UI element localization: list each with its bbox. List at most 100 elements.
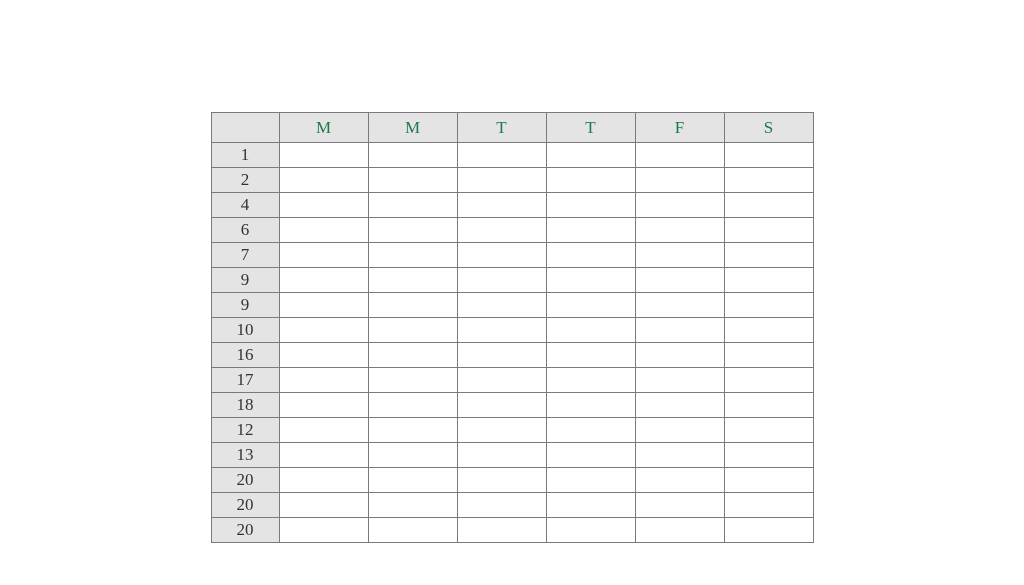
cell[interactable] bbox=[279, 368, 368, 393]
cell[interactable] bbox=[279, 343, 368, 368]
row-label: 10 bbox=[211, 318, 279, 343]
cell[interactable] bbox=[368, 318, 457, 343]
cell[interactable] bbox=[635, 268, 724, 293]
cell[interactable] bbox=[635, 293, 724, 318]
cell[interactable] bbox=[368, 293, 457, 318]
cell[interactable] bbox=[279, 168, 368, 193]
cell[interactable] bbox=[368, 368, 457, 393]
cell[interactable] bbox=[635, 218, 724, 243]
cell[interactable] bbox=[546, 468, 635, 493]
corner-cell bbox=[211, 113, 279, 143]
cell[interactable] bbox=[724, 493, 813, 518]
cell[interactable] bbox=[724, 468, 813, 493]
cell[interactable] bbox=[724, 168, 813, 193]
cell[interactable] bbox=[457, 393, 546, 418]
cell[interactable] bbox=[724, 268, 813, 293]
cell[interactable] bbox=[635, 193, 724, 218]
cell[interactable] bbox=[724, 143, 813, 168]
cell[interactable] bbox=[368, 493, 457, 518]
cell[interactable] bbox=[635, 243, 724, 268]
cell[interactable] bbox=[724, 218, 813, 243]
cell[interactable] bbox=[279, 218, 368, 243]
cell[interactable] bbox=[457, 143, 546, 168]
cell[interactable] bbox=[724, 243, 813, 268]
cell[interactable] bbox=[635, 368, 724, 393]
cell[interactable] bbox=[724, 318, 813, 343]
cell[interactable] bbox=[546, 343, 635, 368]
cell[interactable] bbox=[368, 468, 457, 493]
cell[interactable] bbox=[368, 168, 457, 193]
cell[interactable] bbox=[279, 468, 368, 493]
cell[interactable] bbox=[368, 443, 457, 468]
cell[interactable] bbox=[457, 218, 546, 243]
cell[interactable] bbox=[279, 143, 368, 168]
cell[interactable] bbox=[724, 418, 813, 443]
cell[interactable] bbox=[724, 293, 813, 318]
cell[interactable] bbox=[457, 343, 546, 368]
cell[interactable] bbox=[368, 418, 457, 443]
cell[interactable] bbox=[724, 393, 813, 418]
cell[interactable] bbox=[635, 518, 724, 543]
cell[interactable] bbox=[635, 418, 724, 443]
cell[interactable] bbox=[546, 368, 635, 393]
cell[interactable] bbox=[546, 518, 635, 543]
cell[interactable] bbox=[279, 518, 368, 543]
cell[interactable] bbox=[635, 443, 724, 468]
cell[interactable] bbox=[546, 193, 635, 218]
cell[interactable] bbox=[368, 268, 457, 293]
cell[interactable] bbox=[546, 243, 635, 268]
cell[interactable] bbox=[635, 318, 724, 343]
cell[interactable] bbox=[279, 268, 368, 293]
cell[interactable] bbox=[279, 418, 368, 443]
cell[interactable] bbox=[546, 393, 635, 418]
cell[interactable] bbox=[546, 418, 635, 443]
cell[interactable] bbox=[635, 393, 724, 418]
cell[interactable] bbox=[279, 393, 368, 418]
cell[interactable] bbox=[279, 243, 368, 268]
cell[interactable] bbox=[546, 293, 635, 318]
cell[interactable] bbox=[635, 143, 724, 168]
cell[interactable] bbox=[635, 493, 724, 518]
cell[interactable] bbox=[368, 143, 457, 168]
cell[interactable] bbox=[546, 168, 635, 193]
cell[interactable] bbox=[279, 493, 368, 518]
cell[interactable] bbox=[457, 493, 546, 518]
cell[interactable] bbox=[546, 318, 635, 343]
cell[interactable] bbox=[457, 293, 546, 318]
cell[interactable] bbox=[279, 193, 368, 218]
cell[interactable] bbox=[457, 518, 546, 543]
cell[interactable] bbox=[368, 193, 457, 218]
cell[interactable] bbox=[724, 368, 813, 393]
cell[interactable] bbox=[546, 493, 635, 518]
cell[interactable] bbox=[546, 143, 635, 168]
cell[interactable] bbox=[724, 443, 813, 468]
cell[interactable] bbox=[279, 443, 368, 468]
cell[interactable] bbox=[724, 193, 813, 218]
day-header: T bbox=[457, 113, 546, 143]
cell[interactable] bbox=[457, 468, 546, 493]
cell[interactable] bbox=[279, 293, 368, 318]
cell[interactable] bbox=[368, 343, 457, 368]
cell[interactable] bbox=[635, 343, 724, 368]
cell[interactable] bbox=[635, 468, 724, 493]
cell[interactable] bbox=[368, 518, 457, 543]
cell[interactable] bbox=[368, 393, 457, 418]
cell[interactable] bbox=[546, 443, 635, 468]
cell[interactable] bbox=[457, 168, 546, 193]
cell[interactable] bbox=[368, 218, 457, 243]
cell[interactable] bbox=[546, 218, 635, 243]
cell[interactable] bbox=[546, 268, 635, 293]
cell[interactable] bbox=[724, 518, 813, 543]
cell[interactable] bbox=[368, 243, 457, 268]
cell[interactable] bbox=[635, 168, 724, 193]
cell[interactable] bbox=[457, 368, 546, 393]
cell[interactable] bbox=[279, 318, 368, 343]
cell[interactable] bbox=[457, 243, 546, 268]
cell[interactable] bbox=[457, 193, 546, 218]
cell[interactable] bbox=[457, 443, 546, 468]
cell[interactable] bbox=[724, 343, 813, 368]
row-label: 9 bbox=[211, 293, 279, 318]
cell[interactable] bbox=[457, 318, 546, 343]
cell[interactable] bbox=[457, 268, 546, 293]
cell[interactable] bbox=[457, 418, 546, 443]
